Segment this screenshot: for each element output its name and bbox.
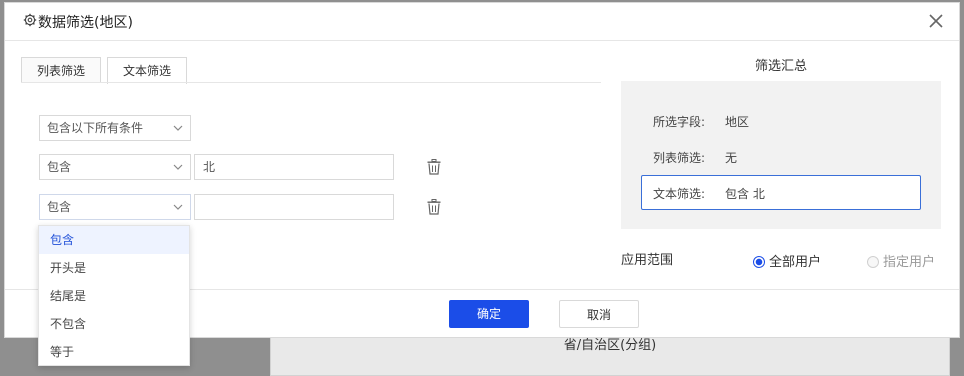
summary-list-label: 列表筛选: (653, 151, 706, 165)
chevron-down-icon (173, 204, 183, 210)
trash-icon[interactable] (427, 199, 441, 215)
summary-text-row: 文本筛选: 包含 北 (653, 185, 765, 202)
summary-field-value: 地区 (725, 115, 750, 129)
dropdown-option-equals[interactable]: 等于 (39, 338, 189, 366)
gear-icon (23, 13, 37, 27)
close-icon[interactable] (927, 12, 945, 30)
ok-button[interactable]: 确定 (449, 300, 529, 328)
summary-field-row: 所选字段: 地区 (653, 113, 749, 130)
tabs-divider (21, 82, 601, 83)
scope-label: 应用范围 (621, 253, 674, 268)
background-column-header: 省/自治区(分组) (270, 334, 950, 376)
summary-list-row: 列表筛选: 无 (653, 149, 737, 166)
tab-list-filter[interactable]: 列表筛选 (21, 57, 101, 83)
radio-checked-icon (753, 256, 765, 268)
radio-specified-users[interactable]: 指定用户 (867, 251, 935, 270)
condition-mode-select[interactable]: 包含以下所有条件 (39, 115, 191, 141)
operator-select-2[interactable]: 包含 (39, 194, 191, 220)
summary-field-label: 所选字段: (653, 115, 706, 129)
filter-value-input-1[interactable]: 北 (194, 154, 394, 180)
chevron-down-icon (173, 164, 183, 170)
radio-specified-users-label: 指定用户 (883, 255, 936, 270)
cancel-button[interactable]: 取消 (559, 300, 639, 328)
filter-value-input-2[interactable] (194, 194, 394, 220)
trash-icon[interactable] (427, 159, 441, 175)
dropdown-option-ends-with[interactable]: 结尾是 (39, 282, 189, 310)
dropdown-option-not-contains[interactable]: 不包含 (39, 310, 189, 338)
radio-all-users[interactable]: 全部用户 (753, 251, 821, 270)
tab-text-filter[interactable]: 文本筛选 (107, 57, 187, 84)
operator-dropdown-menu: 包含 开头是 结尾是 不包含 等于 (38, 225, 190, 366)
operator-select-1[interactable]: 包含 (39, 154, 191, 180)
chevron-down-icon (173, 125, 183, 131)
dropdown-option-starts-with[interactable]: 开头是 (39, 254, 189, 282)
filter-value-1: 北 (203, 160, 216, 174)
summary-panel: 所选字段: 地区 列表筛选: 无 文本筛选: 包含 北 (621, 81, 941, 229)
condition-mode-value: 包含以下所有条件 (47, 121, 144, 135)
radio-all-users-label: 全部用户 (769, 255, 822, 270)
dropdown-option-contains[interactable]: 包含 (39, 226, 189, 254)
summary-text-label: 文本筛选: (653, 187, 706, 201)
operator-value-1: 包含 (47, 160, 72, 174)
summary-list-value: 无 (725, 151, 738, 165)
background-column-label: 省/自治区(分组) (563, 338, 657, 353)
summary-text-value: 包含 北 (725, 187, 765, 201)
dialog-title: 数据筛选(地区) (38, 15, 133, 31)
radio-unchecked-icon (867, 256, 879, 268)
dialog-titlebar: 数据筛选(地区) (5, 3, 959, 41)
summary-title: 筛选汇总 (754, 59, 807, 74)
operator-value-2: 包含 (47, 200, 72, 214)
